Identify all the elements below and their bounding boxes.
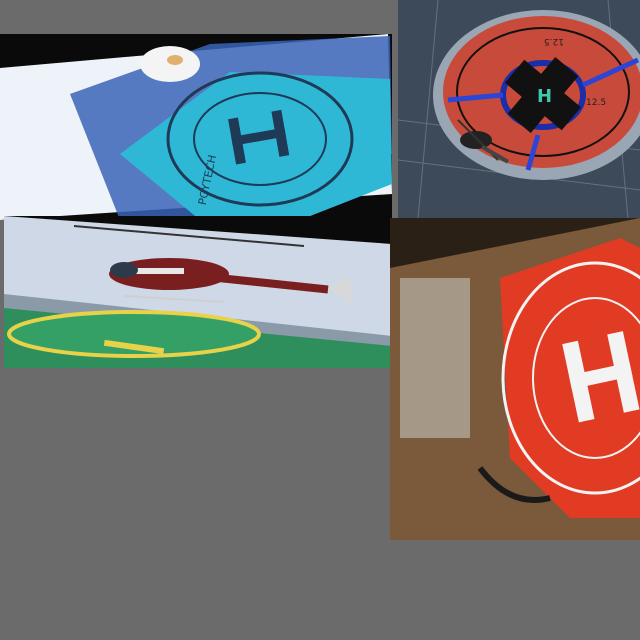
photo-helipad-mat-cyan: PGYTECH: [0, 34, 392, 220]
pad-number-top: 12.5: [544, 36, 564, 46]
pad-number-right: 12.5: [586, 98, 606, 108]
rooftop-helipad-image: H 12.5 12.5: [398, 0, 640, 218]
helipad-mat-orange-image: [390, 218, 640, 540]
photo-rooftop-helipad-aerial: H 12.5 12.5: [398, 0, 640, 218]
pad-h-mark: H: [537, 86, 552, 107]
helipad-mat-cyan-image: PGYTECH: [0, 34, 392, 220]
helicopter-landing-image: [4, 216, 392, 368]
photo-helipad-mat-orange: [390, 218, 640, 540]
photo-helicopter-landing: [4, 216, 392, 368]
